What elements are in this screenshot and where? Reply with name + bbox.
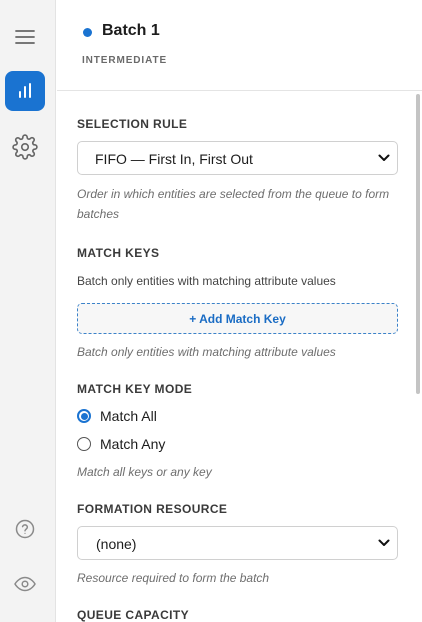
chevron-down-icon [378,539,390,546]
analytics-button[interactable] [5,71,45,111]
match-all-radio[interactable]: Match All [77,408,157,424]
eye-icon [14,576,36,592]
match-any-label: Match Any [100,436,166,452]
preview-button[interactable] [5,564,45,604]
menu-button[interactable] [5,17,45,57]
properties-panel: Batch 1 INTERMEDIATE SELECTION RULE FIFO… [57,0,422,622]
selection-rule-value: FIFO — First In, First Out [95,151,253,167]
panel-header: Batch 1 INTERMEDIATE [57,0,422,91]
gear-icon [12,134,38,160]
page-title: Batch 1 [102,22,160,39]
radio-unchecked-indicator[interactable] [77,437,91,451]
formation-resource-hint: Resource required to form the batch [77,571,270,585]
match-keys-hint: Batch only entities with matching attrib… [77,345,336,359]
match-any-radio[interactable]: Match Any [77,436,165,452]
formation-resource-select[interactable]: (none) [77,526,398,560]
settings-button[interactable] [5,127,45,167]
match-keys-title: MATCH KEYS [77,246,160,260]
formation-resource-title: FORMATION RESOURCE [77,502,228,516]
add-match-key-button[interactable]: + Add Match Key [77,303,398,334]
help-button[interactable] [5,509,45,549]
selection-rule-hint: Order in which entities are selected fro… [77,187,390,221]
hamburger-menu-icon [15,30,35,44]
status-dot [83,28,92,37]
scrollbar-thumb[interactable] [416,94,420,394]
match-keys-description: Batch only entities with matching attrib… [77,274,336,288]
chevron-down-icon [378,154,390,161]
selection-rule-title: SELECTION RULE [77,117,188,131]
match-all-label: Match All [100,408,157,424]
formation-resource-value: (none) [96,536,137,552]
match-key-mode-title: MATCH KEY MODE [77,382,193,396]
help-circle-icon [15,519,35,539]
selection-rule-select[interactable]: FIFO — First In, First Out [77,141,398,175]
queue-capacity-title: QUEUE CAPACITY [77,608,190,622]
panel-content[interactable]: SELECTION RULE FIFO — First In, First Ou… [57,92,422,622]
icon-rail [0,0,56,622]
bar-chart-icon [19,83,31,98]
radio-checked-indicator[interactable] [77,409,91,423]
block-type-label: INTERMEDIATE [82,55,168,66]
match-key-mode-hint: Match all keys or any key [77,465,212,479]
